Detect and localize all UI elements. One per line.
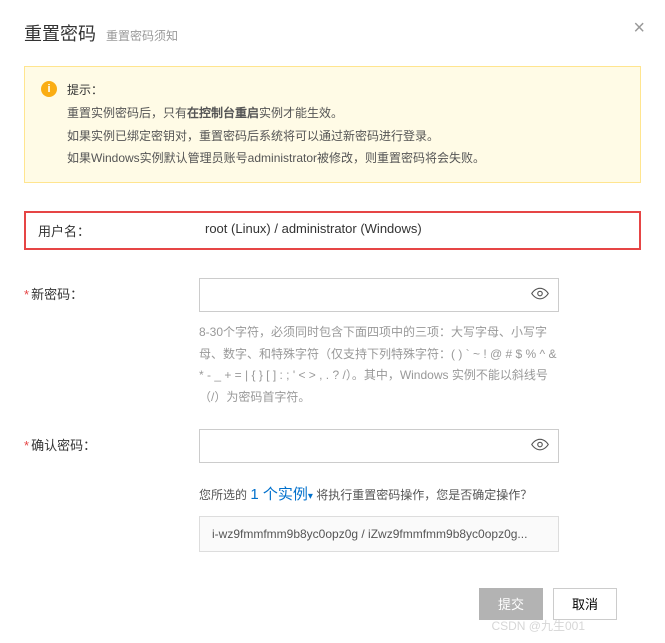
newpass-label: 新密码： xyxy=(24,278,199,303)
newpass-hint: 8-30个字符，必须同时包含下面四项中的三项：大写字母、小写字母、数字、和特殊字… xyxy=(199,322,559,408)
username-row: 用户名： root (Linux) / administrator (Windo… xyxy=(24,211,641,250)
instance-id: i-wz9fmmfmm9b8yc0opz0g / iZwz9fmmfmm9b8y… xyxy=(199,516,559,552)
username-label: 用户名： xyxy=(30,221,205,240)
alert-title: 提示： xyxy=(67,79,485,102)
instance-count-link[interactable]: 1 个实例 xyxy=(250,486,308,503)
alert-line2: 如果实例已绑定密钥对，重置密码后系统将可以通过新密码进行登录。 xyxy=(67,125,485,148)
cancel-button[interactable]: 取消 xyxy=(553,588,617,620)
alert-line3: 如果Windows实例默认管理员账号administrator被修改，则重置密码… xyxy=(67,147,485,170)
alert-box: i 提示： 重置实例密码后，只有在控制台重启实例才能生效。 如果实例已绑定密钥对… xyxy=(24,66,641,183)
eye-icon[interactable] xyxy=(531,285,549,306)
newpass-input[interactable] xyxy=(199,278,559,312)
close-button[interactable]: × xyxy=(633,18,645,38)
dialog-subtitle[interactable]: 重置密码须知 xyxy=(106,27,178,44)
confirm-text: 您所选的 1 个实例▾ 将执行重置密码操作，您是否确定操作？ xyxy=(199,483,641,504)
watermark: CSDN @九生001 xyxy=(491,617,585,634)
info-icon: i xyxy=(41,81,57,97)
alert-line1: 重置实例密码后，只有在控制台重启实例才能生效。 xyxy=(67,102,485,125)
eye-icon[interactable] xyxy=(531,435,549,456)
submit-button[interactable]: 提交 xyxy=(479,588,543,620)
username-value: root (Linux) / administrator (Windows) xyxy=(205,221,635,236)
dialog-title: 重置密码 xyxy=(24,20,96,46)
confirm-input[interactable] xyxy=(199,429,559,463)
confirm-label: 确认密码： xyxy=(24,429,199,454)
